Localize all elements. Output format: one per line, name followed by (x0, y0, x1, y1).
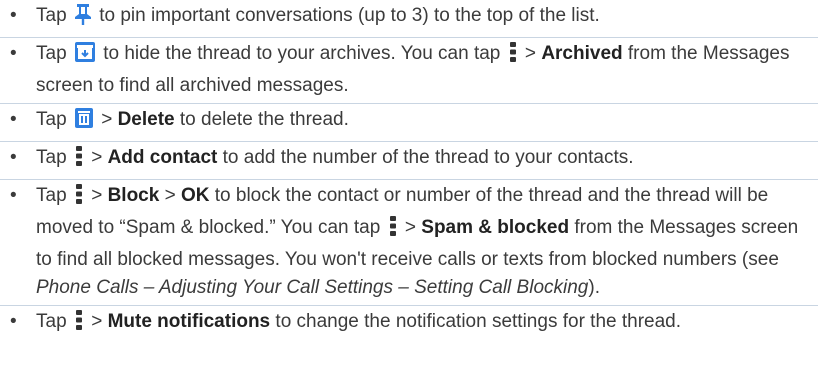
body-text: ). (588, 277, 600, 298)
list-item-mute: • Tap > Mute notifications to change the … (0, 306, 818, 343)
more-vert-icon (388, 215, 398, 246)
body-text: Tap (36, 109, 72, 130)
page: { "items": [ { "id": "pin", "parts": [ {… (0, 0, 818, 366)
ui-label: Add contact (107, 147, 218, 168)
body-text: Tap (36, 147, 72, 168)
archive-icon (74, 41, 96, 72)
instruction-list: • Tap to pin important conversations (up … (0, 0, 818, 343)
bullet: • (10, 311, 17, 332)
ui-label: OK (180, 185, 210, 206)
list-item-block: • Tap > Block > OK to block the contact o… (0, 180, 818, 306)
body-text: to change the notification settings for … (270, 311, 682, 332)
body-text: > (399, 217, 422, 238)
bullet: • (10, 147, 17, 168)
reference-text: Phone Calls – Adjusting Your Call Settin… (36, 277, 589, 298)
more-vert-icon (74, 183, 84, 214)
body-text: > (85, 185, 108, 206)
bullet: • (10, 43, 17, 64)
list-item-add-contact: • Tap > Add contact to add the number of … (0, 142, 818, 180)
body-text: to add the number of the thread to your … (217, 147, 634, 168)
pin-icon (74, 3, 92, 34)
ui-label: Mute notifications (107, 311, 271, 332)
list-item-delete: • Tap > Delete to delete the thread. (0, 104, 818, 142)
ui-label: Block (107, 185, 160, 206)
body-text: Tap (36, 43, 72, 64)
body-text: Tap (36, 185, 72, 206)
ui-label: Delete (117, 109, 175, 130)
body-text: > (85, 147, 108, 168)
trash-icon (74, 107, 94, 138)
body-text: > (85, 311, 108, 332)
more-vert-icon (508, 41, 518, 72)
ui-label: Archived (541, 43, 623, 64)
more-vert-icon (74, 309, 84, 340)
body-text: to delete the thread. (174, 109, 349, 130)
list-item-pin: • Tap to pin important conversations (up … (0, 0, 818, 38)
body-text: > (95, 109, 118, 130)
body-text: > (159, 185, 181, 206)
bullet: • (10, 109, 17, 130)
body-text: Tap (36, 311, 72, 332)
body-text: > (519, 43, 542, 64)
more-vert-icon (74, 145, 84, 176)
bullet: • (10, 185, 17, 206)
ui-label: Spam & blocked (421, 217, 570, 238)
body-text: Tap (36, 5, 72, 26)
bullet: • (10, 5, 17, 26)
body-text: to pin important conversations (up to 3)… (93, 5, 600, 26)
list-item-archive: • Tap to hide the thread to your archives… (0, 38, 818, 104)
body-text: to hide the thread to your archives. You… (97, 43, 506, 64)
